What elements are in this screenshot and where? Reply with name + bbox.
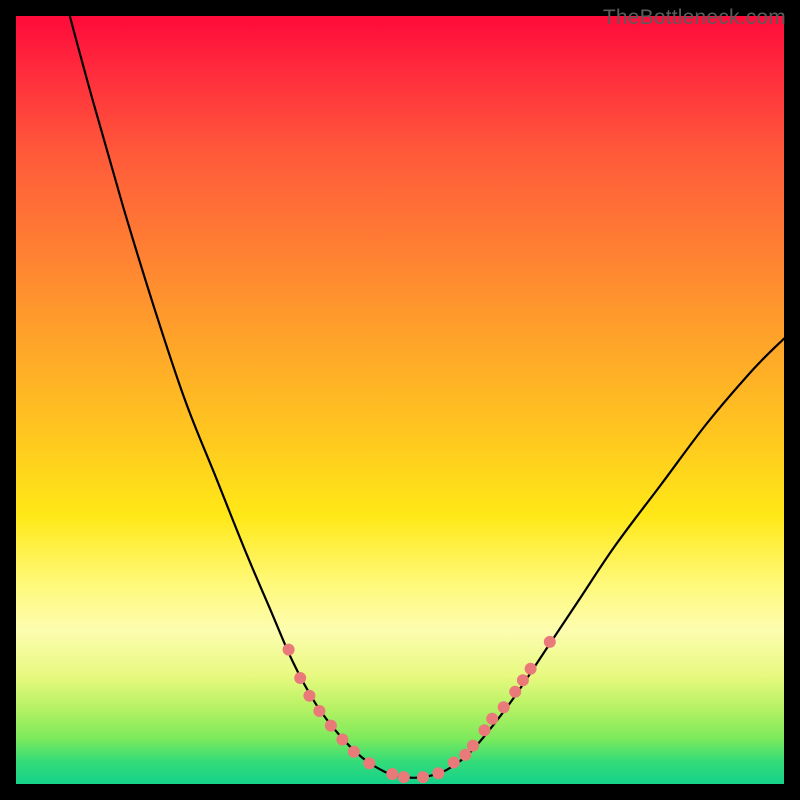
marker-dot [459,749,471,761]
marker-dot [498,701,510,713]
marker-dot [363,757,375,769]
marker-dot [294,672,306,684]
marker-dot [417,771,429,783]
marker-dot [283,644,295,656]
marker-dot [517,674,529,686]
bottleneck-curve [70,16,784,778]
marker-dot [313,705,325,717]
plot-svg [16,16,784,784]
marker-dot [398,771,410,783]
highlight-dots [283,636,556,783]
marker-dot [386,768,398,780]
watermark-text: TheBottleneck.com [603,6,786,30]
marker-dot [467,740,479,752]
marker-dot [448,757,460,769]
marker-dot [348,746,360,758]
marker-dot [509,686,521,698]
marker-dot [479,724,491,736]
marker-dot [544,636,556,648]
marker-dot [325,720,337,732]
marker-dot [525,663,537,675]
marker-dot [336,734,348,746]
marker-dot [432,767,444,779]
marker-dot [486,713,498,725]
marker-dot [303,690,315,702]
